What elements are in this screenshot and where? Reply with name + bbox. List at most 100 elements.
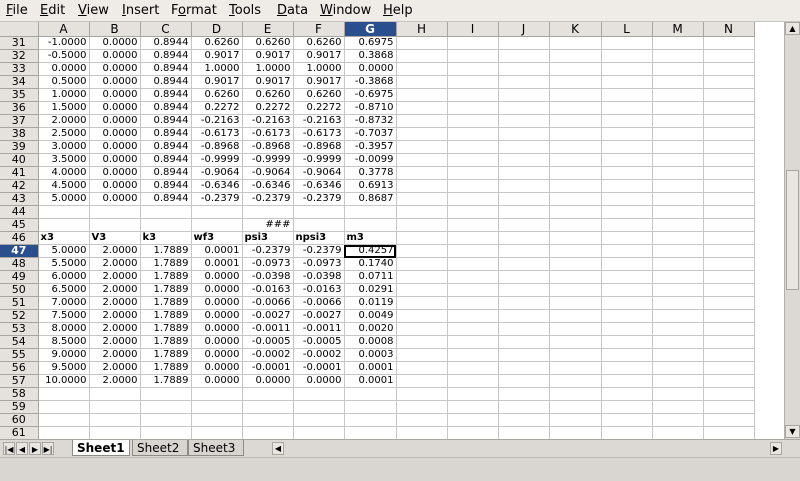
column-header-b[interactable]: B [89,22,141,37]
cell-h31[interactable] [396,36,448,50]
cell-b48[interactable]: 2.0000 [89,257,141,271]
row-header[interactable]: 53 [0,322,39,336]
cell-h39[interactable] [396,140,448,154]
row-header[interactable]: 56 [0,361,39,375]
cell-i61[interactable] [447,426,499,439]
cell-b39[interactable]: 0.0000 [89,140,141,154]
cell-b60[interactable] [89,413,141,427]
cell-h49[interactable] [396,270,448,284]
cell-e44[interactable] [242,205,294,219]
cell-e39[interactable]: -0.8968 [242,140,294,154]
cell-g45[interactable] [344,218,397,232]
cell-i52[interactable] [447,309,499,323]
cell-a58[interactable] [38,387,90,401]
cell-g55[interactable]: 0.0003 [344,348,397,362]
cell-a43[interactable]: 5.0000 [38,192,90,206]
cell-k39[interactable] [549,140,602,154]
cell-c33[interactable]: 0.8944 [140,62,192,76]
cell-k41[interactable] [549,166,602,180]
cell-i39[interactable] [447,140,499,154]
row-header[interactable]: 50 [0,283,39,297]
cell-l47[interactable] [601,244,653,258]
cell-n54[interactable] [703,335,755,349]
cell-e31[interactable]: 0.6260 [242,36,294,50]
cell-e50[interactable]: -0.0163 [242,283,294,297]
cell-m37[interactable] [652,114,704,128]
cell-j36[interactable] [498,101,550,115]
cell-a34[interactable]: 0.5000 [38,75,90,89]
cell-i50[interactable] [447,283,499,297]
cell-e56[interactable]: -0.0001 [242,361,294,375]
cell-b40[interactable]: 0.0000 [89,153,141,167]
cell-m34[interactable] [652,75,704,89]
cell-k53[interactable] [549,322,602,336]
cell-j51[interactable] [498,296,550,310]
cell-a40[interactable]: 3.5000 [38,153,90,167]
cell-b42[interactable]: 0.0000 [89,179,141,193]
cell-b52[interactable]: 2.0000 [89,309,141,323]
cell-c59[interactable] [140,400,192,414]
vertical-scroll-thumb[interactable] [786,170,799,290]
cell-j32[interactable] [498,49,550,63]
cell-i58[interactable] [447,387,499,401]
cell-m38[interactable] [652,127,704,141]
cell-b31[interactable]: 0.0000 [89,36,141,50]
cell-g60[interactable] [344,413,397,427]
cell-d60[interactable] [191,413,243,427]
cell-g51[interactable]: 0.0119 [344,296,397,310]
cell-b59[interactable] [89,400,141,414]
cell-m55[interactable] [652,348,704,362]
row-header[interactable]: 38 [0,127,39,141]
cell-i46[interactable] [447,231,499,245]
cell-l32[interactable] [601,49,653,63]
menu-tools[interactable]: Tools [229,2,261,19]
column-header-g[interactable]: G [344,22,397,37]
cell-f31[interactable]: 0.6260 [293,36,345,50]
cell-l50[interactable] [601,283,653,297]
cell-a46[interactable]: x3 [38,231,90,245]
cell-l45[interactable] [601,218,653,232]
cell-l54[interactable] [601,335,653,349]
cell-h48[interactable] [396,257,448,271]
column-header-m[interactable]: M [652,22,704,37]
cell-f50[interactable]: -0.0163 [293,283,345,297]
cell-c49[interactable]: 1.7889 [140,270,192,284]
cell-c32[interactable]: 0.8944 [140,49,192,63]
cell-j31[interactable] [498,36,550,50]
cell-n51[interactable] [703,296,755,310]
cell-n35[interactable] [703,88,755,102]
cell-i59[interactable] [447,400,499,414]
cell-i45[interactable] [447,218,499,232]
cell-l43[interactable] [601,192,653,206]
cell-a52[interactable]: 7.5000 [38,309,90,323]
cell-a49[interactable]: 6.0000 [38,270,90,284]
cell-l35[interactable] [601,88,653,102]
cell-e45[interactable]: ### [242,218,294,232]
cell-b53[interactable]: 2.0000 [89,322,141,336]
cell-h32[interactable] [396,49,448,63]
cell-j37[interactable] [498,114,550,128]
column-header-n[interactable]: N [703,22,755,37]
cell-f48[interactable]: -0.0973 [293,257,345,271]
cell-l42[interactable] [601,179,653,193]
cell-m42[interactable] [652,179,704,193]
column-header-d[interactable]: D [191,22,243,37]
cell-c45[interactable] [140,218,192,232]
cell-b33[interactable]: 0.0000 [89,62,141,76]
cell-j49[interactable] [498,270,550,284]
column-header-a[interactable]: A [38,22,90,37]
cell-d56[interactable]: 0.0000 [191,361,243,375]
cell-e57[interactable]: 0.0000 [242,374,294,388]
cell-h34[interactable] [396,75,448,89]
cell-d31[interactable]: 0.6260 [191,36,243,50]
cell-b34[interactable]: 0.0000 [89,75,141,89]
row-header[interactable]: 41 [0,166,39,180]
cell-l57[interactable] [601,374,653,388]
cell-l44[interactable] [601,205,653,219]
cell-c35[interactable]: 0.8944 [140,88,192,102]
cell-f54[interactable]: -0.0005 [293,335,345,349]
cell-h50[interactable] [396,283,448,297]
cell-e33[interactable]: 1.0000 [242,62,294,76]
cell-m51[interactable] [652,296,704,310]
cell-f42[interactable]: -0.6346 [293,179,345,193]
